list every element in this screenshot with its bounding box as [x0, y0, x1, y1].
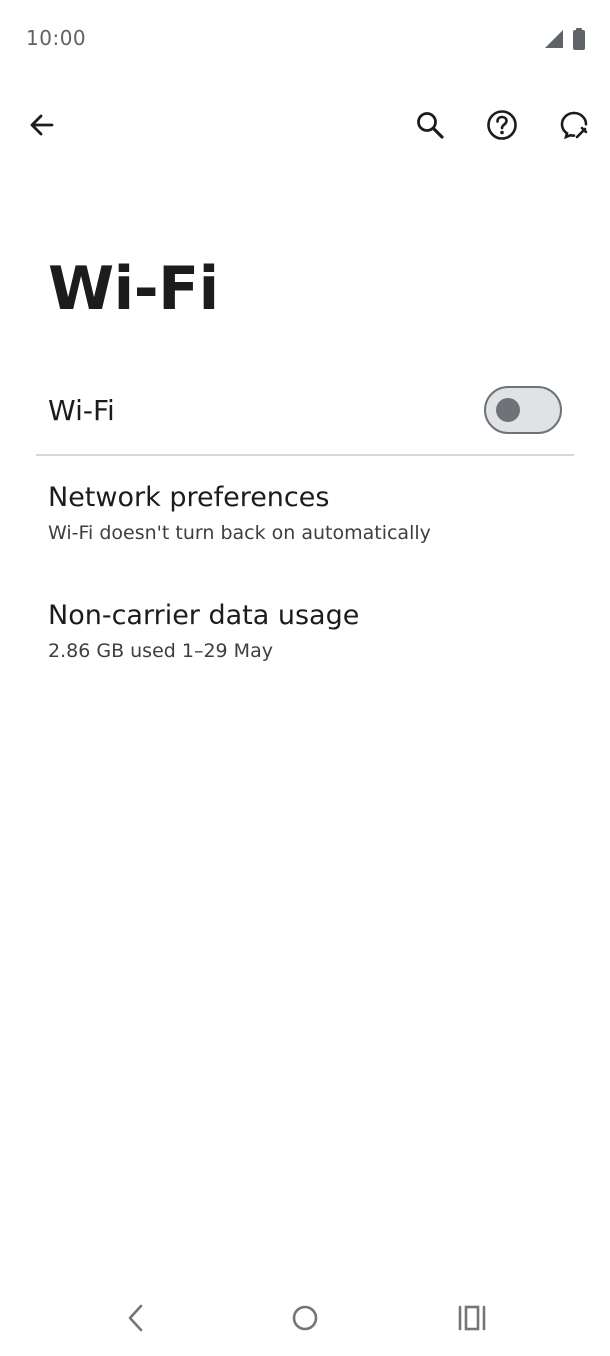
nav-recents-icon — [457, 1304, 487, 1336]
item-title: Non-carrier data usage — [48, 600, 360, 631]
non-carrier-data-usage-item[interactable]: Non-carrier data usage 2.86 GB used 1–29… — [0, 588, 610, 688]
help-button[interactable] — [476, 90, 528, 160]
navigation-bar — [0, 1290, 610, 1356]
search-icon — [415, 110, 445, 140]
wifi-switch[interactable] — [484, 386, 562, 434]
status-icons — [544, 28, 586, 50]
search-button[interactable] — [404, 90, 456, 160]
settings-screen: 10:00 Wi-Fi Wi-Fi Network preferences Wi… — [0, 0, 610, 1356]
nav-home-icon — [290, 1303, 320, 1337]
network-preferences-item[interactable]: Network preferences Wi-Fi doesn't turn b… — [0, 470, 610, 570]
battery-icon — [572, 28, 586, 50]
back-button[interactable] — [16, 90, 68, 160]
status-time: 10:00 — [26, 26, 87, 50]
item-title: Network preferences — [48, 482, 330, 513]
nav-home-button[interactable] — [275, 1294, 335, 1346]
item-subtitle: Wi-Fi doesn't turn back on automatically — [48, 522, 431, 544]
top-app-bar — [0, 90, 610, 160]
cellular-signal-icon — [544, 29, 564, 49]
feedback-icon — [558, 109, 590, 141]
wifi-toggle-row[interactable]: Wi-Fi — [0, 368, 610, 454]
wifi-toggle-label: Wi-Fi — [48, 394, 115, 427]
divider — [36, 454, 574, 456]
wifi-switch-thumb — [496, 398, 520, 422]
nav-recents-button[interactable] — [442, 1294, 502, 1346]
nav-back-icon — [124, 1303, 148, 1337]
help-icon — [486, 109, 518, 141]
nav-back-button[interactable] — [106, 1294, 166, 1346]
page-title: Wi-Fi — [48, 254, 219, 324]
status-bar: 10:00 — [0, 0, 610, 78]
feedback-button[interactable] — [548, 90, 600, 160]
item-subtitle: 2.86 GB used 1–29 May — [48, 640, 273, 662]
back-arrow-icon — [28, 111, 56, 139]
